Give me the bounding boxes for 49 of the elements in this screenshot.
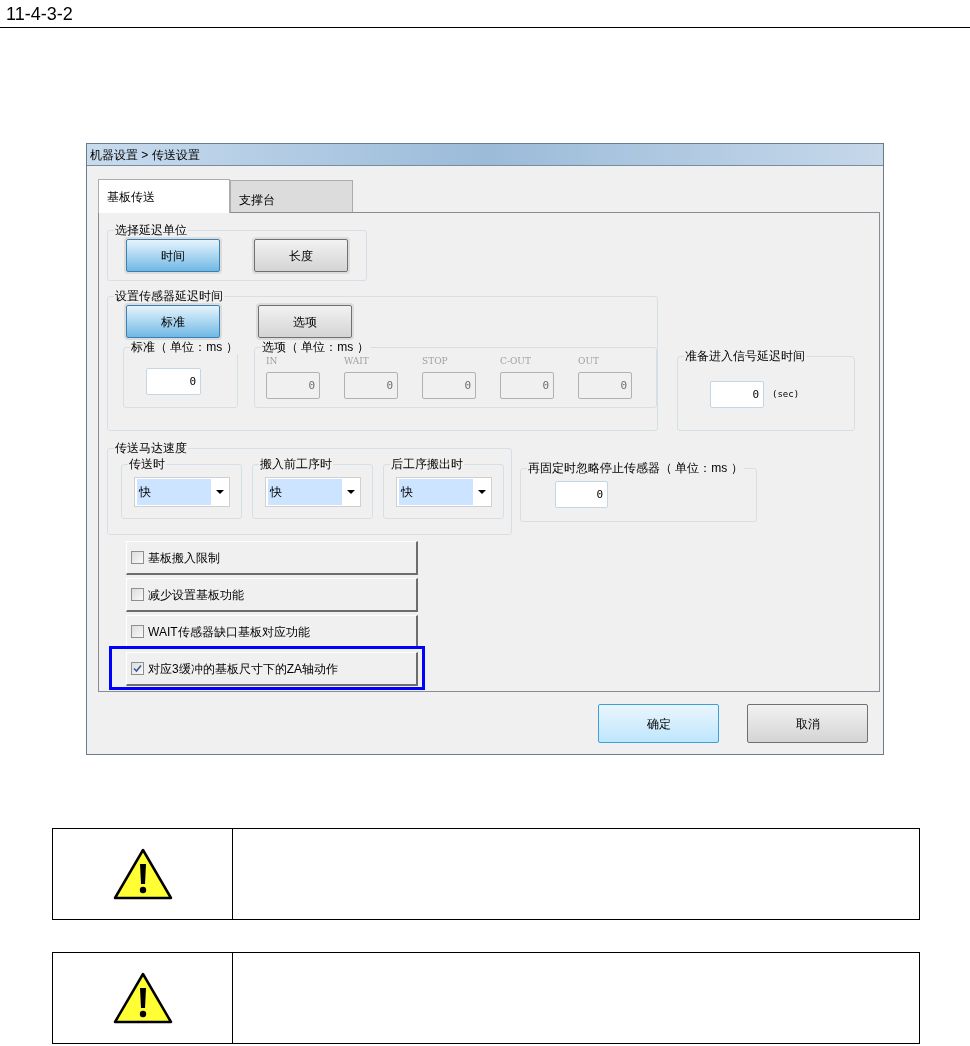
group-label: 准备进入信号延迟时间 — [684, 349, 806, 363]
checkbox-button[interactable]: 基板搬入限制 — [126, 541, 418, 575]
caret-icon — [216, 490, 224, 494]
toggle-button[interactable]: 时间 — [126, 239, 220, 272]
dropdown-value: 快 — [268, 479, 342, 505]
dropdown-value: 快 — [399, 479, 473, 505]
toggle-button[interactable]: 标准 — [126, 305, 220, 338]
field-label: IN — [266, 355, 278, 368]
dialog-button[interactable]: 确定 — [598, 704, 719, 743]
caret-icon — [478, 490, 486, 494]
checkbox-button[interactable]: WAIT传感器缺口基板对应功能 — [126, 615, 418, 649]
field-label: OUT — [578, 355, 599, 368]
dropdown[interactable]: 快 — [265, 477, 361, 507]
group-label: 再固定时忽略停止传感器（ 单位：ms ） — [527, 461, 744, 475]
dialog-button[interactable]: 取消 — [747, 704, 868, 743]
dropdown[interactable]: 快 — [396, 477, 492, 507]
group-label: 后工序搬出时 — [390, 457, 464, 471]
caret-icon — [347, 490, 355, 494]
group-label: 选项（ 单位：ms ） — [261, 340, 370, 354]
checkbox[interactable] — [131, 588, 144, 601]
unit-label: (sec) — [772, 387, 800, 401]
check-icon — [133, 664, 142, 673]
dropdown-value: 快 — [137, 479, 211, 505]
input-field[interactable]: 0 — [710, 381, 764, 408]
section-number: 11-4-3-2 — [6, 4, 73, 24]
window-title: 机器设置 > 传送设置 — [90, 147, 200, 162]
field-label: C-OUT — [500, 355, 531, 368]
group-label: 传送时 — [128, 457, 166, 471]
checkbox[interactable] — [131, 551, 144, 564]
warning-icon — [112, 848, 173, 900]
warning-icon — [112, 972, 173, 1024]
group-label: 选择延迟单位 — [114, 223, 188, 237]
group-label: 搬入前工序时 — [259, 457, 333, 471]
group-label: 传送马达速度 — [114, 441, 188, 455]
input-field[interactable]: 0 — [555, 481, 608, 508]
group-label: 标准（ 单位：ms ） — [130, 340, 239, 354]
toggle-button[interactable]: 长度 — [254, 239, 348, 272]
field-label: WAIT — [344, 355, 369, 368]
tab[interactable]: 支撑台 — [230, 180, 353, 212]
checkbox-button[interactable]: 减少设置基板功能 — [126, 578, 418, 612]
input-field[interactable]: 0 — [146, 368, 201, 395]
toggle-button[interactable]: 选项 — [258, 305, 352, 338]
checkbox-button[interactable]: 对应3缓冲的基板尺寸下的ZA轴动作 — [126, 652, 418, 686]
dropdown[interactable]: 快 — [134, 477, 230, 507]
checkbox[interactable] — [131, 625, 144, 638]
tab[interactable]: 基板传送 — [98, 179, 230, 213]
checkbox[interactable] — [131, 662, 144, 675]
field-label: STOP — [422, 355, 448, 368]
group-label: 设置传感器延迟时间 — [114, 289, 224, 303]
